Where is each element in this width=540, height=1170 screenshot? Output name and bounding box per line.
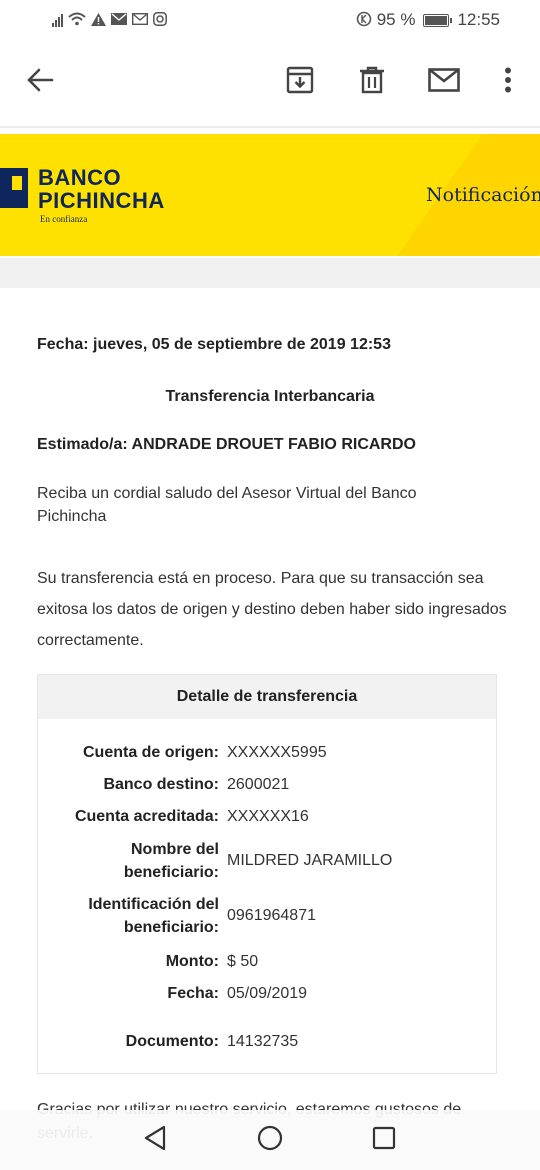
bank-logo-text: BANCO PICHINCHA (38, 166, 165, 212)
clock: 12:55 (457, 10, 500, 29)
row-label: Fecha: (167, 985, 219, 1002)
wifi-icon (68, 12, 86, 28)
row-label: Banco destino: (103, 776, 219, 793)
nav-recents-button[interactable] (367, 1124, 401, 1156)
row-value: 14132735 (227, 1032, 299, 1050)
table-row: Identificación del beneficiario: 0961964… (38, 893, 498, 939)
status-icons-left (52, 12, 167, 28)
row-value: MILDRED JARAMILLO (227, 852, 393, 869)
row-label: Monto: (165, 953, 219, 970)
app-toolbar (0, 40, 540, 124)
instagram-icon (153, 12, 167, 28)
nav-home-button[interactable] (253, 1124, 287, 1156)
row-label: Cuenta de origen: (82, 744, 219, 761)
table-row: Monto: $ 50 (38, 950, 498, 973)
email-date: Fecha: jueves, 05 de septiembre de 2019 … (37, 336, 391, 353)
toolbar-divider (0, 126, 540, 128)
archive-button[interactable] (278, 62, 322, 102)
battery-icon (423, 13, 453, 27)
row-value: 0961964871 (227, 907, 316, 924)
system-navigation-bar (0, 1110, 540, 1170)
square-recents-icon (372, 1126, 396, 1155)
transfer-detail-table: Detalle de transferencia Cuenta de orige… (37, 674, 497, 1074)
bank-banner: BANCO PICHINCHA En confianza Notificació… (0, 134, 540, 256)
table-row: Banco destino: 2600021 (38, 773, 498, 796)
status-bar: 95 % 12:55 (0, 0, 540, 40)
table-row: Documento: 14132735 (38, 1030, 498, 1053)
email-greeting: Estimado/a: ANDRADE DROUET FABIO RICARDO (37, 436, 416, 453)
mail-notification-icon (111, 13, 127, 27)
warning-icon (91, 12, 106, 28)
arrow-left-icon (26, 68, 54, 97)
status-icons-right: 95 % 12:55 (356, 10, 500, 30)
row-label: Nombre del beneficiario: (123, 841, 219, 881)
data-saver-icon (356, 11, 372, 29)
row-value: 2600021 (227, 775, 290, 793)
back-button[interactable] (18, 62, 62, 102)
mark-unread-button[interactable] (422, 62, 466, 102)
row-value: XXXXXX16 (227, 807, 309, 825)
row-label: Documento: (125, 1033, 219, 1050)
notification-label: Notificación (426, 184, 540, 206)
table-row: Fecha: 05/09/2019 (38, 982, 498, 1005)
circle-home-icon (257, 1125, 283, 1156)
brand-line-1: BANCO (38, 165, 122, 190)
delete-button[interactable] (350, 62, 394, 102)
table-row: Nombre del beneficiario: MILDRED JARAMIL… (38, 838, 498, 884)
row-value: $ 50 (227, 952, 259, 970)
row-label: Cuenta acreditada: (74, 808, 219, 825)
triangle-back-icon (143, 1125, 167, 1156)
table-row: Cuenta acreditada: XXXXXX16 (38, 805, 498, 828)
signal-icon (52, 13, 63, 27)
email-body-text: Su transferencia está en proceso. Para q… (37, 570, 507, 649)
bank-logo-notch (12, 176, 22, 190)
brand-tagline: En confianza (40, 214, 88, 224)
brand-line-2: PICHINCHA (38, 188, 165, 213)
more-options-button[interactable] (486, 62, 530, 102)
email-intro: Reciba un cordial saludo del Asesor Virt… (37, 485, 417, 525)
table-row: Cuenta de origen: XXXXXX5995 (38, 741, 498, 764)
more-vertical-icon (504, 67, 512, 98)
archive-icon (286, 66, 314, 99)
battery-percentage: 95 % (376, 10, 416, 29)
gmail-notification-icon (131, 12, 149, 27)
row-label: Identificación del beneficiario: (88, 896, 219, 936)
row-value: XXXXXX5995 (227, 743, 327, 761)
banner-spacer (0, 258, 540, 288)
row-value: 05/09/2019 (227, 984, 308, 1002)
transfer-detail-title: Detalle de transferencia (38, 675, 496, 719)
trash-icon (359, 66, 385, 99)
nav-back-button[interactable] (138, 1124, 172, 1156)
email-subject: Transferencia Interbancaria (165, 388, 375, 405)
mail-icon (428, 67, 460, 97)
